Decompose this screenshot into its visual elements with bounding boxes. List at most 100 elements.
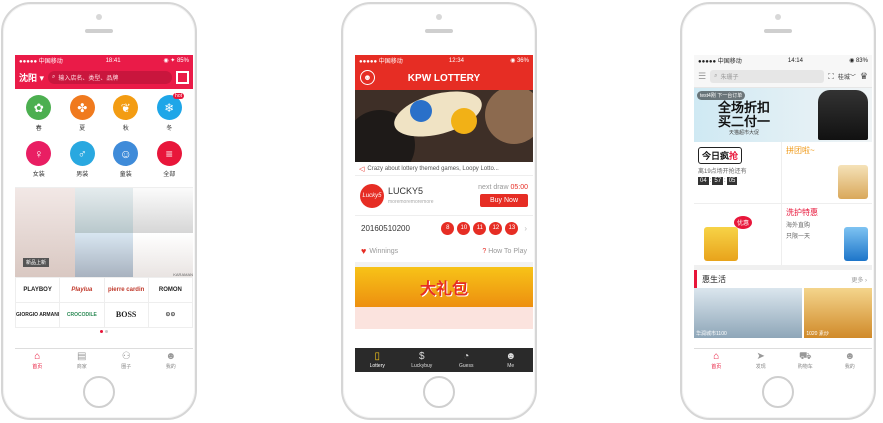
- profile-icon[interactable]: ☻: [360, 70, 375, 85]
- tab-circle[interactable]: ⚇ 圈子: [104, 349, 149, 372]
- building-image[interactable]: 华润城市1100: [694, 288, 803, 338]
- gift-pack-banner[interactable]: 大礼包: [355, 267, 533, 307]
- dot: [105, 330, 108, 333]
- scan-icon[interactable]: ⛶: [828, 72, 834, 82]
- flash-sale-card[interactable]: 今日疯抢 离19点场开抢还有 04: 57: 05: [694, 142, 781, 204]
- tab-guess[interactable]: ◔ Guess: [444, 348, 489, 372]
- menu-icon[interactable]: ☰: [698, 71, 706, 82]
- tab-mine[interactable]: ☻ 我的: [828, 349, 873, 372]
- chevron-right-icon: ›: [524, 223, 527, 233]
- sale-banner[interactable]: test4刚 下一台订单 全场折扣 买二付一 天猫超市大促: [694, 88, 872, 142]
- status-bar: ●●●●● 中国移动 12:34 ◉ 36%: [355, 55, 533, 66]
- banner-image: [75, 188, 133, 233]
- draw-results-row[interactable]: 20160510200 8 10 11 12 13 ›: [355, 216, 533, 240]
- category-women[interactable]: ♀ 女装: [17, 139, 61, 183]
- category-kids[interactable]: ☺ 童装: [104, 139, 148, 183]
- brand-tile[interactable]: CROCODILE: [60, 303, 104, 327]
- search-input[interactable]: ⌕ 朱珊子: [710, 70, 825, 83]
- how-to-play-link[interactable]: ? How To Play: [482, 248, 527, 255]
- city-selector[interactable]: 桂城﹀: [838, 72, 856, 81]
- phone-lottery-app: ●●●●● 中国移动 12:34 ◉ 36% ☻ KPW LOTTERY ◁ C…: [341, 2, 537, 420]
- status-bar: ●●●●● 中国移动 18:41 ◉ ✦ 85%: [15, 55, 193, 66]
- banner-model-image: 新品上新: [15, 188, 75, 277]
- speaker-grill: [85, 29, 113, 33]
- group-buy-card[interactable]: 拼团啦~: [782, 142, 872, 204]
- category-winter[interactable]: hot ❄ 冬: [148, 93, 192, 137]
- tab-home[interactable]: ⌂ 首页: [15, 349, 60, 372]
- next-draw-label: next draw: [478, 184, 509, 191]
- winnings-link[interactable]: ♥ Winnings: [361, 246, 398, 256]
- home-button[interactable]: [83, 376, 115, 408]
- tab-store[interactable]: ▤ 商家: [60, 349, 105, 372]
- dress-icon: ♀: [26, 141, 52, 166]
- brand-tile[interactable]: ROMON: [148, 278, 192, 302]
- home-button[interactable]: [762, 376, 794, 408]
- hero-image[interactable]: [355, 90, 533, 162]
- caption-row: ◁ Crazy about lottery themed games, Loop…: [355, 162, 533, 176]
- tab-lottery[interactable]: ▯ Lottery: [355, 348, 400, 372]
- category-all[interactable]: ≡ 全部: [148, 139, 192, 183]
- buy-now-button[interactable]: Buy Now: [479, 194, 528, 207]
- brand-tile[interactable]: ⊙⊙: [148, 303, 192, 327]
- countdown-seconds: 05: [726, 177, 738, 185]
- qr-scan-icon[interactable]: [176, 71, 189, 84]
- snack-deal-card[interactable]: 优惠: [694, 204, 781, 265]
- tab-label: Me: [507, 362, 515, 369]
- speaker-grill: [764, 29, 792, 33]
- tab-discover[interactable]: ➤ 发现: [739, 349, 784, 372]
- screen: ●●●●● 中国移动 12:34 ◉ 36% ☻ KPW LOTTERY ◁ C…: [355, 55, 533, 372]
- brand-tile[interactable]: GIORGIO ARMANI: [16, 303, 60, 327]
- brand-tile[interactable]: pierre cardin: [104, 278, 148, 302]
- phone-fashion-app: ●●●●● 中国移动 18:41 ◉ ✦ 85% 沈阳 ▾ ⌕ 输入店名、类型、…: [1, 2, 197, 420]
- home-button[interactable]: [423, 376, 455, 408]
- time-label: 14:14: [787, 57, 803, 64]
- sprout-icon: ✿: [26, 95, 52, 120]
- info-row: ♥ Winnings ? How To Play: [355, 240, 533, 267]
- city-selector[interactable]: 沈阳 ▾: [19, 71, 44, 84]
- next-draw: next draw 05:00: [478, 184, 528, 191]
- screen: ●●●●● 中国移动 18:41 ◉ ✦ 85% 沈阳 ▾ ⌕ 输入店名、类型、…: [15, 55, 193, 372]
- category-men[interactable]: ♂ 男装: [61, 139, 105, 183]
- category-autumn[interactable]: ❦ 秋: [104, 93, 148, 137]
- lottery-card[interactable]: Lucky5 LUCKY5 moremoremoremore next draw…: [355, 176, 533, 216]
- tab-me[interactable]: ☻ Me: [489, 348, 534, 372]
- category-label: 全部: [163, 172, 176, 178]
- secondary-banner[interactable]: [355, 307, 533, 329]
- dot-active: [100, 330, 103, 333]
- sale-headline-2: 买二付一: [718, 113, 771, 129]
- category-label: 夏: [79, 126, 86, 132]
- brand-tile[interactable]: Playlua: [60, 278, 104, 302]
- result-ball: 12: [489, 221, 503, 235]
- banner-image-column: KARAMAN: [133, 188, 193, 277]
- tab-mine[interactable]: ☻ 我的: [149, 349, 194, 372]
- promo-banner[interactable]: 新品上新 KARAMAN: [15, 187, 193, 277]
- tab-bar: ⌂ 首页 ➤ 发现 ⛟ 购物车 ☻ 我的: [694, 348, 872, 372]
- time-label: 18:41: [105, 57, 121, 64]
- care-deal-card[interactable]: 洗护特惠 海外直购 只限一天: [782, 204, 872, 265]
- tab-home[interactable]: ⌂ 首页: [694, 349, 739, 372]
- trophy-icon[interactable]: ♛: [860, 71, 868, 82]
- winnings-label: Winnings: [369, 247, 399, 255]
- category-summer[interactable]: ✤ 夏: [61, 93, 105, 137]
- brand-tile[interactable]: BOSS: [104, 303, 148, 327]
- search-icon: ⌕: [52, 74, 56, 80]
- brand-grid: PLAYBOY Playlua pierre cardin ROMON GIOR…: [15, 277, 193, 328]
- time-label: 12:34: [448, 57, 464, 64]
- result-ball: 8: [441, 221, 455, 235]
- today-badge: 今日疯抢: [698, 147, 743, 164]
- tab-cart[interactable]: ⛟ 购物车: [783, 349, 828, 372]
- brand-tile[interactable]: PLAYBOY: [16, 278, 60, 302]
- tab-label: 圈子: [121, 363, 132, 370]
- camera-dot: [775, 14, 781, 20]
- food-image[interactable]: 1020 素炒: [804, 288, 872, 338]
- lucky5-logo: Lucky5: [360, 183, 384, 208]
- lottery-actions: next draw 05:00 Buy Now: [478, 184, 528, 207]
- tab-luckybuy[interactable]: $ Luckybuy: [400, 348, 445, 372]
- life-title: 惠生活: [702, 274, 726, 284]
- search-input[interactable]: ⌕ 输入店名、类型、品牌: [48, 71, 172, 84]
- category-spring[interactable]: ✿ 春: [17, 93, 61, 137]
- more-link[interactable]: 更多 ›: [851, 275, 867, 284]
- result-ball: 11: [473, 221, 487, 235]
- deals-right-column: 拼团啦~ 洗护特惠 海外直购 只限一天: [782, 142, 872, 265]
- hero-shape: [485, 90, 533, 144]
